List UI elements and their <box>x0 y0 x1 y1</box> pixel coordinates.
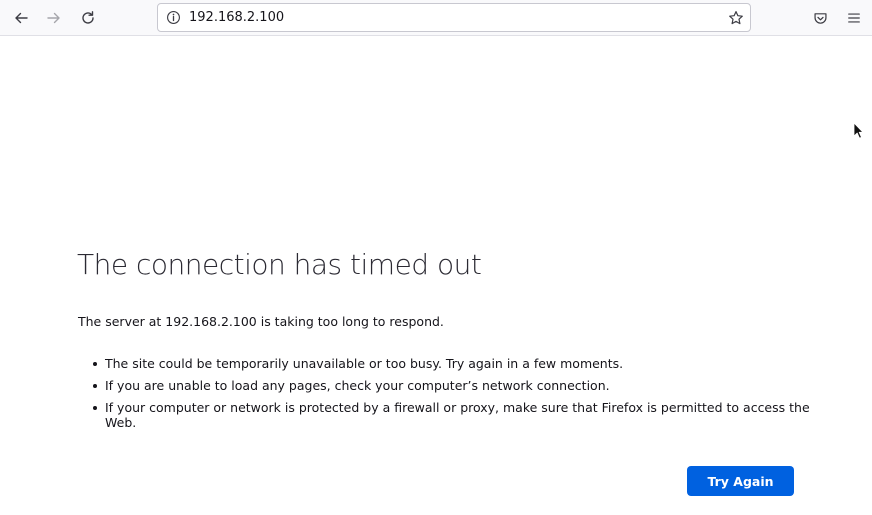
hamburger-menu-icon <box>848 13 860 23</box>
error-tip: The site could be temporarily unavailabl… <box>90 356 810 371</box>
url-bar[interactable]: 192.168.2.100 <box>157 3 751 32</box>
error-page: The connection has timed out The server … <box>0 36 872 515</box>
arrow-left-icon <box>15 12 28 24</box>
error-tips-list: The site could be temporarily unavailabl… <box>90 356 810 437</box>
back-button[interactable] <box>7 4 35 32</box>
error-title: The connection has timed out <box>77 248 482 281</box>
info-icon[interactable] <box>166 10 181 25</box>
mouse-cursor-icon <box>853 122 864 139</box>
reload-button[interactable] <box>74 4 102 32</box>
arrow-right-icon <box>47 12 60 24</box>
forward-button[interactable] <box>40 4 68 32</box>
pocket-button[interactable] <box>806 4 834 32</box>
try-again-button[interactable]: Try Again <box>687 466 794 496</box>
error-tip: If you are unable to load any pages, che… <box>90 378 810 393</box>
menu-button[interactable] <box>840 4 868 32</box>
error-tip: If your computer or network is protected… <box>90 400 810 430</box>
url-text[interactable]: 192.168.2.100 <box>189 10 284 25</box>
pocket-icon <box>813 12 827 24</box>
error-description: The server at 192.168.2.100 is taking to… <box>78 314 444 329</box>
reload-icon <box>82 11 94 24</box>
browser-toolbar: 192.168.2.100 <box>0 0 872 36</box>
star-icon[interactable] <box>728 10 744 26</box>
